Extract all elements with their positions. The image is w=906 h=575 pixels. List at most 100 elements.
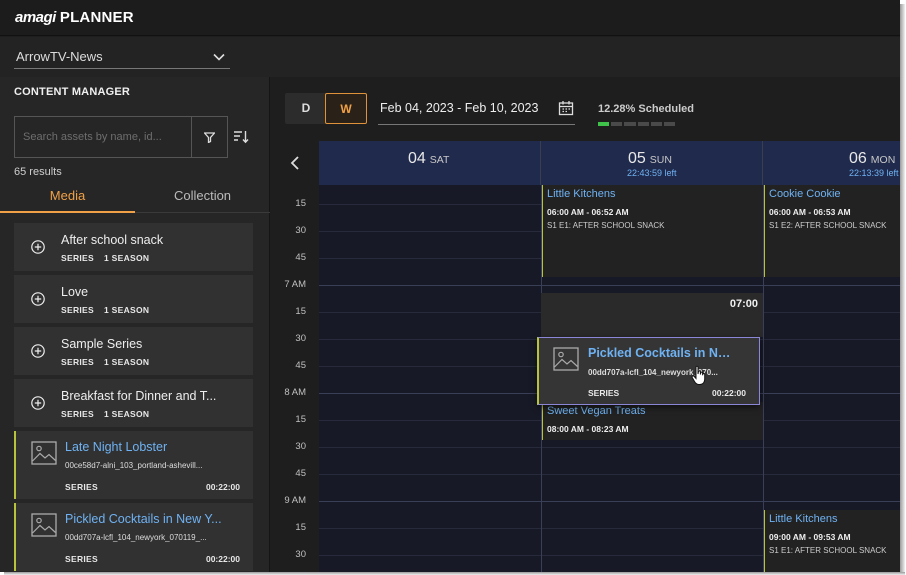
time-label: 15 <box>295 306 306 317</box>
day-num: 05 <box>628 150 646 167</box>
asset-duration: 00:22:00 <box>711 388 746 398</box>
sort-icon[interactable] <box>233 129 249 145</box>
day-header-mon[interactable]: 06 MON 22:13:39 left <box>763 141 900 185</box>
quarter-gridline <box>319 447 900 448</box>
time-label: 8 AM <box>284 387 306 398</box>
search-input[interactable] <box>15 117 191 157</box>
app-logo[interactable]: amagi PLANNER <box>15 9 134 26</box>
day-header-sat[interactable]: 04 SAT <box>319 141 541 185</box>
image-placeholder-icon <box>553 347 579 371</box>
hour-gridline <box>319 501 900 502</box>
series-name: After school snack <box>61 233 164 247</box>
schedule-event[interactable]: Sweet Vegan Treats 08:00 AM - 08:23 AM <box>542 402 763 440</box>
asset-item[interactable]: Pickled Cocktails in New Y... 00dd707a-l… <box>14 503 253 571</box>
asset-type: SERIES <box>65 482 98 492</box>
time-left: 22:13:39 left <box>849 168 899 178</box>
tab-media[interactable]: Media <box>0 181 135 213</box>
time-label: 15 <box>295 522 306 533</box>
prev-week-button[interactable] <box>271 141 319 185</box>
time-label: 45 <box>295 252 306 263</box>
day-number: 05 SUN <box>628 150 672 168</box>
schedule-event[interactable]: Little Kitchens 09:00 AM - 09:53 AM S1 E… <box>764 510 900 572</box>
asset-name: Pickled Cocktails in New Y... <box>65 512 222 526</box>
date-range-picker[interactable]: Feb 04, 2023 - Feb 10, 2023 <box>378 93 575 125</box>
event-title: Little Kitchens <box>769 513 838 525</box>
chevron-left-icon <box>290 156 299 170</box>
progress-segment <box>598 122 610 126</box>
series-type: SERIES <box>61 305 94 315</box>
quarter-gridline <box>319 474 900 475</box>
asset-type: SERIES <box>65 554 98 564</box>
day-view-button[interactable]: D <box>285 93 327 124</box>
series-item[interactable]: Breakfast for Dinner and T... SERIES 1 SE… <box>14 379 253 427</box>
series-name: Breakfast for Dinner and T... <box>61 389 217 403</box>
gap-time: 07:00 <box>729 298 758 310</box>
logo-brand: amagi <box>15 9 56 26</box>
day-header-sun[interactable]: 05 SUN 22:43:59 left <box>541 141 763 185</box>
media-list: After school snack SERIES 1 SEASON Love S… <box>14 223 253 572</box>
day-num: 04 <box>408 150 426 167</box>
time-label: 45 <box>295 468 306 479</box>
plus-circle-icon[interactable] <box>31 396 45 410</box>
series-name: Love <box>61 285 89 299</box>
top-bar: amagi PLANNER <box>0 0 900 36</box>
event-description: S1 E2: AFTER SCHOOL SNACK <box>769 221 887 230</box>
scheduler-panel: D W Feb 04, 2023 - Feb 10, 2023 12.28% S… <box>271 77 900 572</box>
scheduler-toolbar: D W Feb 04, 2023 - Feb 10, 2023 12.28% S… <box>271 77 900 141</box>
channel-select[interactable]: ArrowTV-News <box>14 45 230 69</box>
event-title: Cookie Cookie <box>769 188 841 200</box>
image-placeholder-icon <box>31 441 57 465</box>
event-title: Sweet Vegan Treats <box>547 405 646 417</box>
series-type: SERIES <box>61 409 94 419</box>
time-label: 9 AM <box>284 495 306 506</box>
event-time: 08:00 AM - 08:23 AM <box>547 424 629 434</box>
plus-circle-icon[interactable] <box>31 240 45 254</box>
asset-id: 00dd707a-lcfl_104_newyork_070119_... <box>65 533 207 542</box>
content-manager-panel: CONTENT MANAGER 65 results Media Collect… <box>0 77 270 572</box>
progress-segment <box>637 122 649 126</box>
dragged-asset-card[interactable]: Pickled Cocktails in Ne... 00dd707a-lcfl… <box>537 337 760 405</box>
plus-circle-icon[interactable] <box>31 344 45 358</box>
series-meta: SERIES 1 SEASON <box>61 409 149 419</box>
series-type: SERIES <box>61 253 94 263</box>
chevron-down-icon <box>213 53 225 61</box>
event-description: S1 E1: AFTER SCHOOL SNACK <box>547 221 665 230</box>
filter-button[interactable] <box>191 117 227 157</box>
day-num: 06 <box>849 150 867 167</box>
series-seasons: 1 SEASON <box>103 305 150 315</box>
series-meta: SERIES 1 SEASON <box>61 357 149 367</box>
asset-item[interactable]: Late Night Lobster 00ce58d7-alni_103_por… <box>14 431 253 499</box>
series-item[interactable]: After school snack SERIES 1 SEASON <box>14 223 253 271</box>
event-time: 06:00 AM - 06:53 AM <box>769 207 851 217</box>
schedule-event[interactable]: Little Kitchens 06:00 AM - 06:52 AM S1 E… <box>542 185 763 277</box>
channel-bar: ArrowTV-News <box>0 37 900 77</box>
tab-collection[interactable]: Collection <box>135 181 270 213</box>
week-view-button[interactable]: W <box>325 93 367 124</box>
series-item[interactable]: Love SERIES 1 SEASON <box>14 275 253 323</box>
results-count: 65 results <box>14 166 62 178</box>
series-seasons: 1 SEASON <box>103 357 150 367</box>
calendar-icon[interactable] <box>558 100 574 116</box>
series-item[interactable]: Sample Series SERIES 1 SEASON <box>14 327 253 375</box>
search-box <box>14 116 228 158</box>
day-of-week: SAT <box>429 154 450 166</box>
app-window: amagi PLANNER ArrowTV-News CONTENT MANAGE… <box>0 0 900 572</box>
channel-select-value: ArrowTV-News <box>16 49 103 64</box>
schedule-event[interactable]: Cookie Cookie 06:00 AM - 06:53 AM S1 E2:… <box>764 185 900 277</box>
schedule-gap-block[interactable]: 07:00 <box>541 293 763 337</box>
series-type: SERIES <box>61 357 94 367</box>
scheduled-progress-bar <box>598 122 676 126</box>
image-placeholder-icon <box>31 513 57 537</box>
day-of-week: MON <box>870 154 896 166</box>
window-shadow-right <box>900 4 905 574</box>
date-range-value: Feb 04, 2023 - Feb 10, 2023 <box>380 101 539 115</box>
content-manager-title: CONTENT MANAGER <box>14 86 131 98</box>
progress-segment <box>663 122 676 126</box>
plus-circle-icon[interactable] <box>31 292 45 306</box>
time-label: 30 <box>295 225 306 236</box>
asset-duration: 00:22:00 <box>205 482 240 492</box>
progress-segment <box>611 122 623 126</box>
progress-segment <box>650 122 662 126</box>
progress-segment <box>624 122 636 126</box>
time-column: 15 30 45 7 AM 15 30 45 8 AM 15 30 45 9 AM 15 30 <box>271 185 319 572</box>
